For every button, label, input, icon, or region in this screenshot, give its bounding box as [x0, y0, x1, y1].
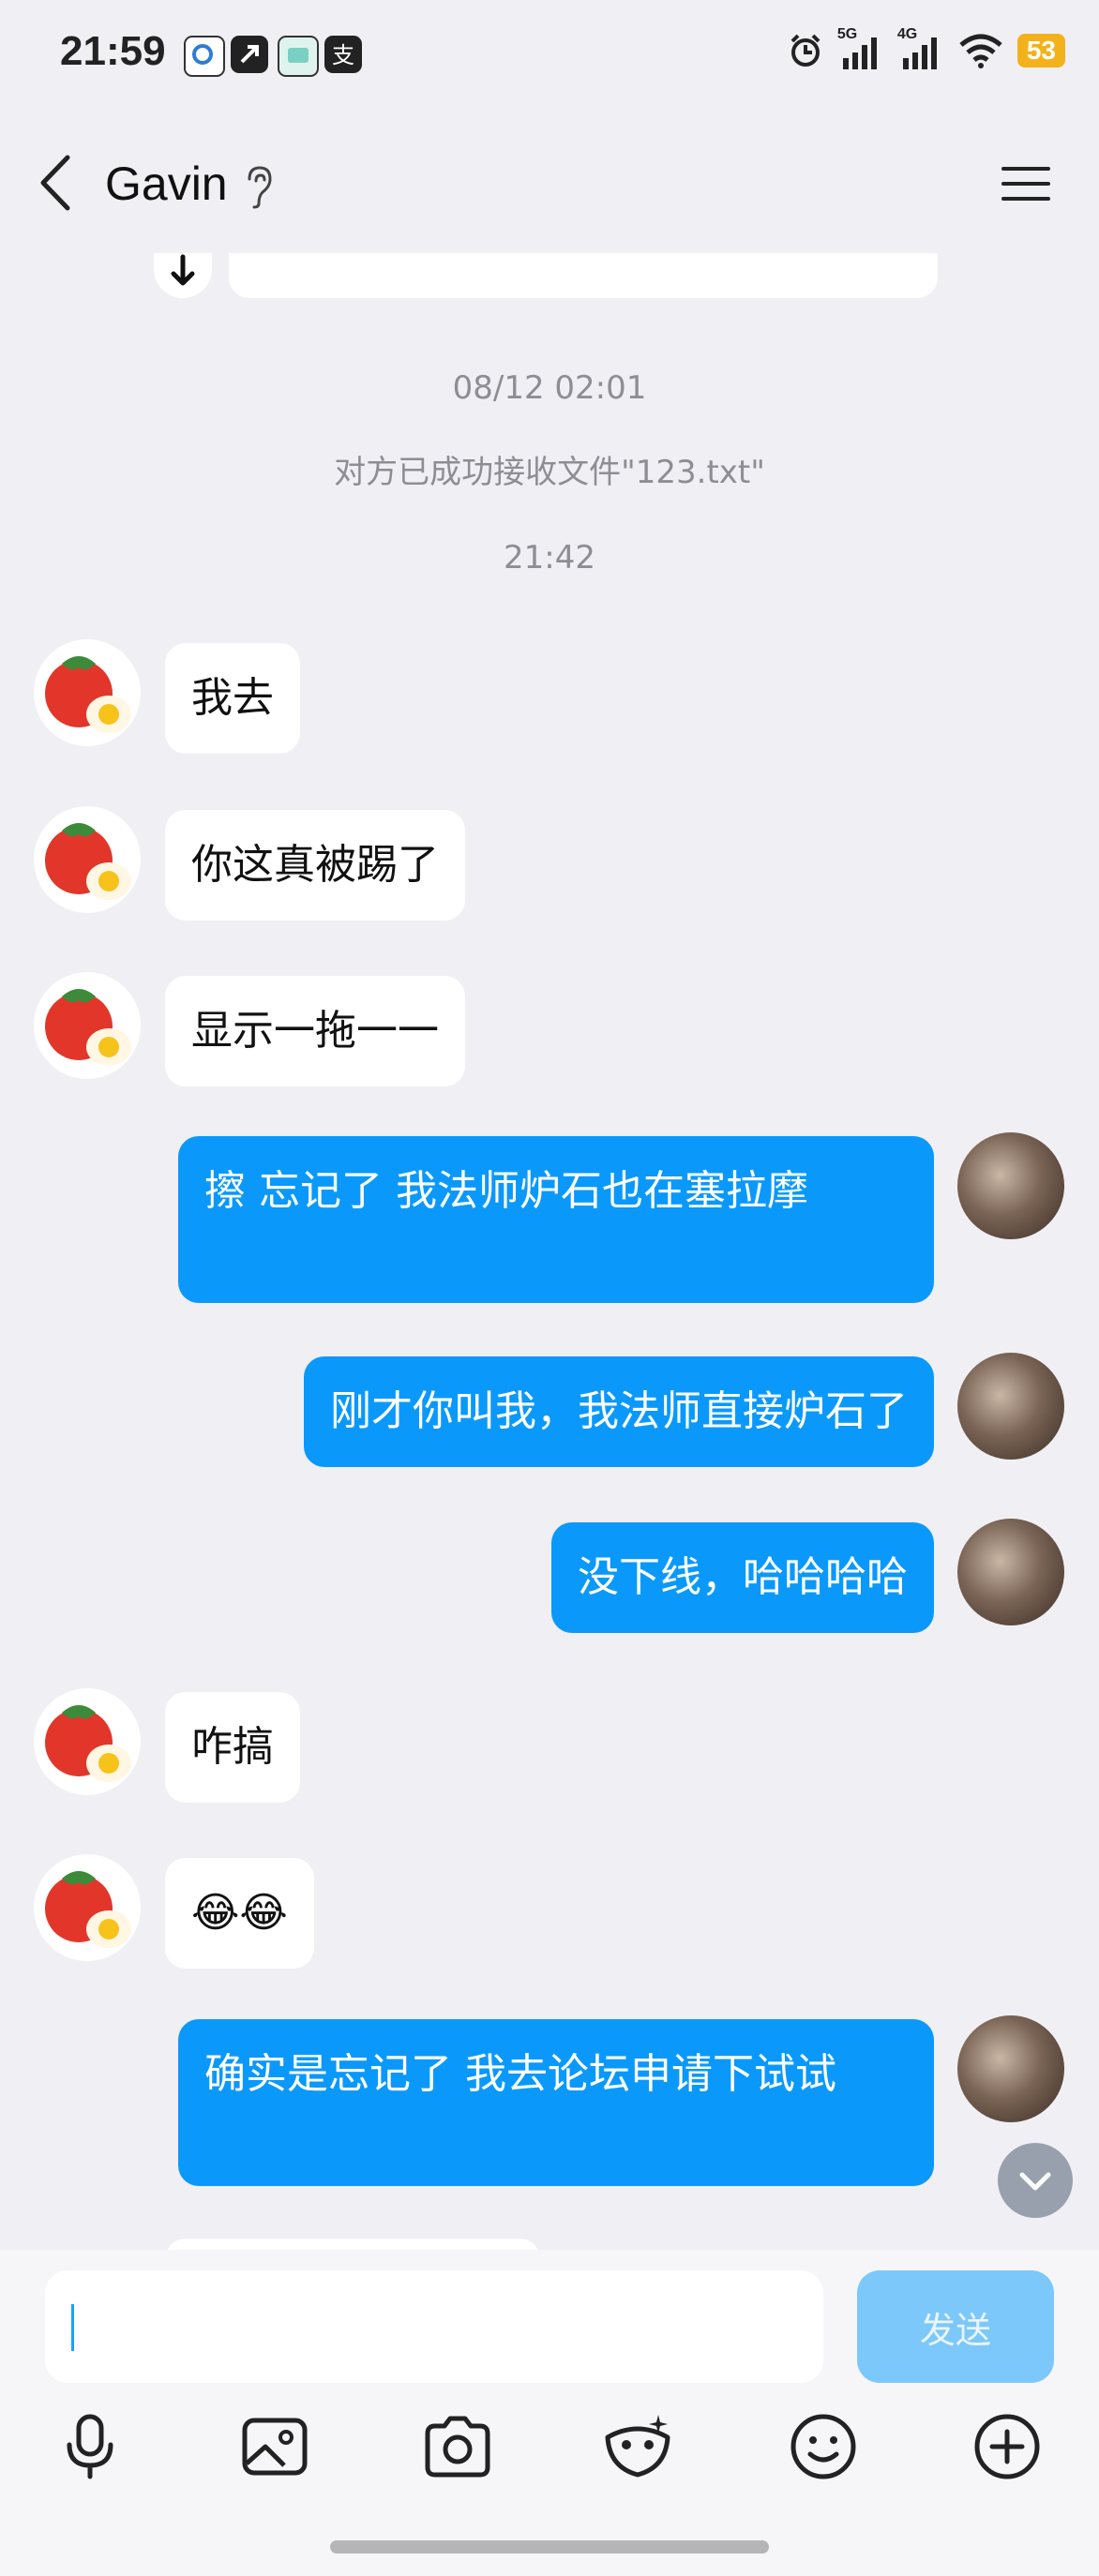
home-indicator[interactable]: [330, 2540, 769, 2554]
svg-text:支: 支: [332, 42, 354, 68]
status-time: 21:59: [60, 28, 166, 74]
incoming-message[interactable]: 咋搞: [165, 1692, 300, 1803]
incoming-message[interactable]: 你这真被踢了: [165, 810, 465, 921]
my-avatar[interactable]: [957, 1132, 1064, 1239]
mask-icon[interactable]: [600, 2409, 675, 2484]
send-button[interactable]: 发送: [857, 2270, 1054, 2383]
outgoing-message[interactable]: 刚才你叫我，我法师直接炉石了: [304, 1356, 934, 1467]
incoming-message[interactable]: 我去: [165, 643, 300, 754]
signal-4g-group: 4G: [897, 26, 944, 71]
outgoing-message[interactable]: 确实是忘记了 我去论坛申请下试试: [178, 2019, 934, 2186]
message-input[interactable]: [45, 2270, 823, 2383]
outgoing-message[interactable]: 擦 忘记了 我法师炉石也在塞拉摩: [178, 1136, 934, 1303]
chevron-left-icon[interactable]: [34, 150, 81, 216]
signal-icon: [842, 37, 877, 69]
my-avatar[interactable]: [957, 1519, 1064, 1625]
my-avatar[interactable]: [957, 2015, 1064, 2122]
image-icon[interactable]: [237, 2409, 312, 2484]
signal-5g-group: 5G: [837, 26, 884, 71]
contact-avatar[interactable]: [34, 1688, 141, 1795]
contact-avatar[interactable]: [34, 972, 141, 1079]
wifi-icon: [959, 34, 1002, 68]
outgoing-message[interactable]: 没下线，哈哈哈哈: [551, 1522, 934, 1633]
arrow-down-icon: [171, 254, 195, 286]
chat-scroll-area[interactable]: 08/12 02:01 对方已成功接收文件"123.txt" 21:42 我去 …: [0, 253, 1099, 2250]
alarm-icon: [790, 34, 820, 67]
battery-level: 53: [1016, 34, 1065, 67]
timestamp: 21:42: [504, 539, 595, 577]
chat-title[interactable]: Gavin: [105, 157, 228, 211]
status-bar: 21:59 支 5G 4G 53: [0, 0, 1099, 112]
camera-icon[interactable]: [420, 2409, 495, 2484]
text-cursor: [71, 2304, 74, 2351]
contact-avatar[interactable]: [34, 639, 141, 746]
chevron-down-icon: [1019, 2172, 1051, 2191]
input-toolbar: [0, 2409, 1099, 2503]
chat-app-icon: [278, 36, 319, 77]
contact-avatar[interactable]: [34, 806, 141, 913]
alipay-icon: 支: [324, 36, 362, 73]
search-app-icon: [184, 36, 225, 77]
signal-icon: [902, 37, 937, 69]
system-notice: 对方已成功接收文件"123.txt": [334, 454, 765, 491]
input-panel: 发送: [0, 2250, 1099, 2576]
timestamp: 08/12 02:01: [452, 369, 647, 407]
contact-avatar[interactable]: [34, 1854, 141, 1961]
shortcut-app-icon: [231, 36, 268, 73]
plus-icon[interactable]: [970, 2409, 1045, 2484]
scroll-to-bottom-button[interactable]: [998, 2143, 1073, 2218]
file-message-card[interactable]: [229, 253, 938, 298]
download-icon-button[interactable]: [154, 253, 212, 298]
ear-icon[interactable]: [242, 164, 276, 209]
microphone-icon[interactable]: [53, 2409, 128, 2484]
incoming-emoji-message[interactable]: 😂😂: [165, 1858, 314, 1969]
hamburger-icon[interactable]: [1000, 161, 1052, 206]
incoming-message[interactable]: 显示一拖一一: [165, 976, 465, 1086]
incoming-message-partial[interactable]: [165, 2239, 540, 2250]
my-avatar[interactable]: [957, 1353, 1064, 1460]
status-right-group: 5G 4G 53: [787, 26, 1065, 71]
emoji-icon[interactable]: [786, 2409, 861, 2484]
